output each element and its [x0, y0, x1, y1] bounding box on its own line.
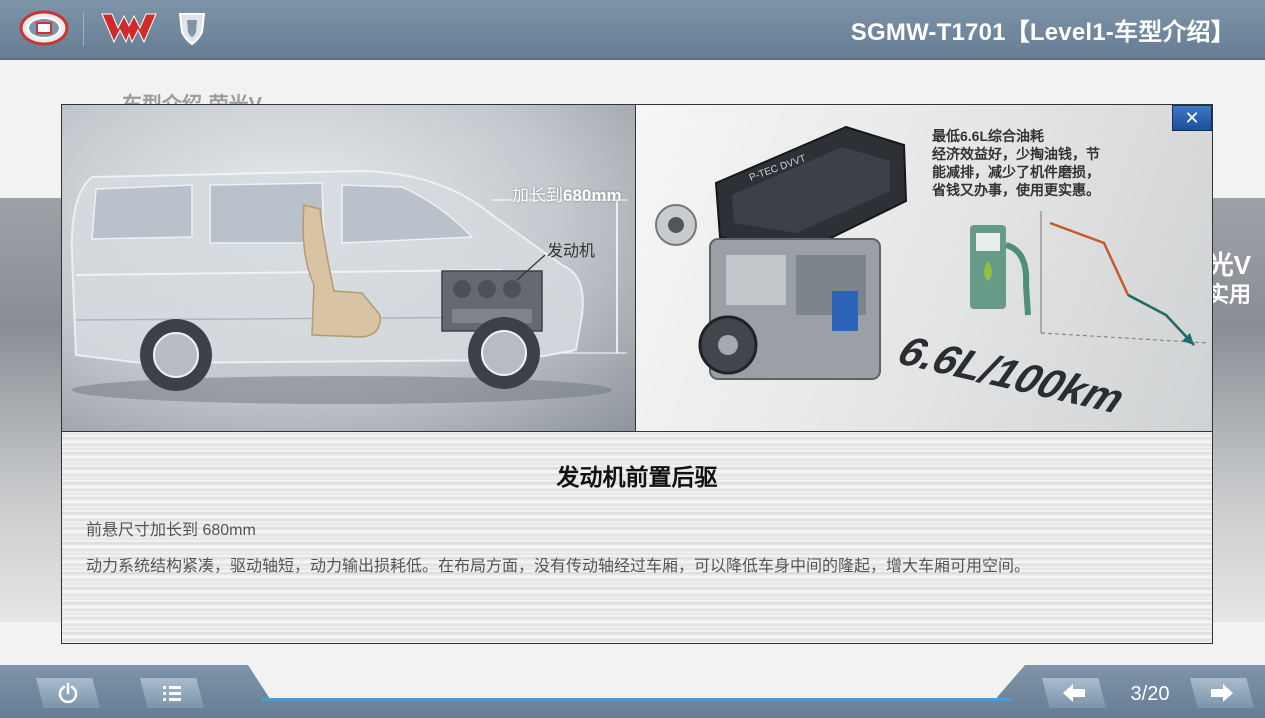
arrow-right-icon [1211, 684, 1233, 702]
length-annotation: 加长到680mm [512, 181, 622, 206]
fuel-text-line4: 省钱又办事，使用更实惠。 [932, 182, 1100, 198]
next-page-button[interactable] [1190, 678, 1254, 708]
app-title: SGMW-T1701【Level1-车型介绍】 [850, 19, 1235, 46]
van-cutaway-image: 加长到680mm 发动机 [62, 105, 636, 431]
engine-annotation: 发动机 [547, 243, 596, 260]
length-value: 680mm [563, 186, 622, 205]
background-slide-side-text: 光V 实用 [1207, 250, 1251, 310]
engine-fuel-image: 最低6.6L综合油耗 经济效益好，少掏油钱，节 能减排，减少了机件磨损， 省钱又… [636, 105, 1212, 431]
page-indicator: 3/20 [1130, 683, 1170, 705]
fuel-text-line3: 能减排，减少了机件磨损， [932, 164, 1100, 180]
menu-button[interactable] [140, 678, 204, 708]
background-slide-heading: 车型介绍-荣光V [122, 88, 262, 104]
previous-page-button[interactable] [1042, 678, 1106, 708]
detail-popup: 加长到680mm 发动机 最低6.6L综合油耗 经济效益好，少掏油钱，节 能减排… [61, 104, 1213, 644]
baojun-logo [176, 10, 208, 46]
background-side-line2: 实用 [1206, 282, 1251, 307]
top-bar: SGMW-T1701【Level1-车型介绍】 [0, 0, 1265, 60]
van-illustration [70, 169, 627, 404]
caption-line-1: 前悬尺寸加长到 680mm [86, 522, 256, 539]
bottom-bar: 3/20 [0, 665, 1265, 718]
sgmw-logo [19, 9, 69, 47]
bottom-notch [248, 665, 1025, 701]
caption-area: 发动机前置后驱 前悬尺寸加长到 680mm 动力系统结构紧凑，驱动轴短，动力输出… [62, 432, 1212, 643]
logo-separator [83, 12, 84, 46]
background-side-line1: 光V [1207, 250, 1251, 280]
bottom-accent-line [262, 698, 1012, 701]
fuel-text-line1: 最低6.6L综合油耗 [932, 128, 1045, 144]
length-prefix: 加长到 [512, 186, 563, 205]
wuling-logo [100, 12, 158, 44]
close-button[interactable]: ✕ [1172, 105, 1212, 131]
fuel-economy-text: 最低6.6L综合油耗 经济效益好，少掏油钱，节 能减排，减少了机件磨损， 省钱又… [932, 127, 1100, 199]
power-icon [58, 682, 78, 704]
arrow-left-icon [1063, 684, 1085, 702]
fuel-text-line2: 经济效益好，少掏油钱，节 [932, 146, 1100, 162]
power-button[interactable] [36, 678, 100, 708]
caption-line-2: 动力系统结构紧凑，驱动轴短，动力输出损耗低。在布局方面，没有传动轴经过车厢，可以… [86, 558, 1031, 575]
menu-icon [163, 686, 181, 701]
caption-title: 发动机前置后驱 [556, 464, 718, 490]
